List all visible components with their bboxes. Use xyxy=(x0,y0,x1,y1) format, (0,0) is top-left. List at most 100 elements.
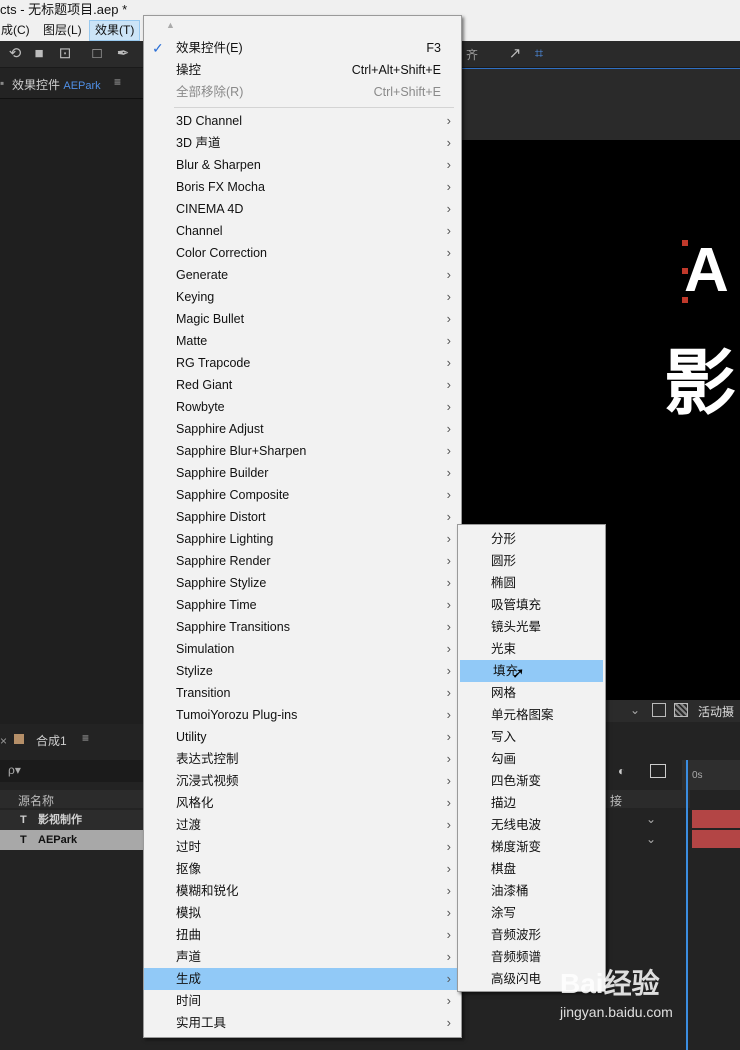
close-icon[interactable]: × xyxy=(0,734,7,748)
timeline-layer-row-selected[interactable]: T AEPark xyxy=(0,830,145,850)
snap-icon[interactable]: ↗ xyxy=(506,45,524,63)
column-source-name[interactable]: 源名称 xyxy=(18,792,54,809)
generate-effect-item[interactable]: 椭圆 xyxy=(458,572,605,594)
generate-effect-item[interactable]: 单元格图案 xyxy=(458,704,605,726)
region-of-interest-icon[interactable] xyxy=(652,703,666,717)
generate-effect-item[interactable]: 棋盘 xyxy=(458,858,605,880)
menu-item-label: 油漆桶 xyxy=(491,884,529,898)
generate-effect-item[interactable]: 勾画 xyxy=(458,748,605,770)
timeline-layer-row[interactable]: T 影视制作 xyxy=(0,810,145,830)
effect-category-item[interactable]: 扭曲 › xyxy=(144,924,461,946)
dropdown-chevron-icon[interactable]: ⌄ xyxy=(630,703,640,717)
chevron-right-icon: › xyxy=(446,795,451,810)
timeline-search-field[interactable]: ρ▾ xyxy=(0,760,145,782)
chevron-down-icon[interactable]: ⌄ xyxy=(646,812,656,826)
generate-effect-item[interactable]: 无线电波 xyxy=(458,814,605,836)
effect-category-item[interactable]: Utility › xyxy=(144,726,461,748)
generate-effect-item[interactable]: 镜头光晕 xyxy=(458,616,605,638)
effect-category-item[interactable]: Red Giant › xyxy=(144,374,461,396)
effect-category-item[interactable]: 模拟 › xyxy=(144,902,461,924)
effect-category-item[interactable]: Sapphire Transitions › xyxy=(144,616,461,638)
pan-behind-tool-icon[interactable]: ⊡ xyxy=(56,45,74,63)
effect-category-item[interactable]: Stylize › xyxy=(144,660,461,682)
effect-category-item[interactable]: 过时 › xyxy=(144,836,461,858)
effect-category-item[interactable]: 沉浸式视频 › xyxy=(144,770,461,792)
effect-category-item[interactable]: 表达式控制 › xyxy=(144,748,461,770)
effect-category-item[interactable]: Magic Bullet › xyxy=(144,308,461,330)
generate-effect-item[interactable]: 描边 xyxy=(458,792,605,814)
effect-category-item[interactable]: Sapphire Time › xyxy=(144,594,461,616)
effect-category-item[interactable]: 风格化 › xyxy=(144,792,461,814)
effect-category-item[interactable]: Transition › xyxy=(144,682,461,704)
effect-category-item[interactable]: Sapphire Render › xyxy=(144,550,461,572)
generate-effect-item[interactable]: 网格 xyxy=(458,682,605,704)
generate-effect-item[interactable]: 分形 xyxy=(458,528,605,550)
pen-tool-icon[interactable]: ✒ xyxy=(114,45,132,63)
panel-title[interactable]: 效果控件 AEPark xyxy=(12,76,101,93)
layer-duration-bar[interactable] xyxy=(692,830,740,848)
effect-category-item[interactable]: Sapphire Blur+Sharpen › xyxy=(144,440,461,462)
effect-category-item[interactable]: CINEMA 4D › xyxy=(144,198,461,220)
effect-category-item[interactable]: Channel › xyxy=(144,220,461,242)
effect-menu-item[interactable]: ✓ 效果控件(E) F3 xyxy=(144,37,461,59)
menu-scroll-up-icon[interactable]: ▲ xyxy=(166,20,175,30)
effect-category-item[interactable]: 生成 › xyxy=(144,968,461,990)
effect-menu: ▲ ✓ 效果控件(E) F3 操控 Ctrl+Alt+Shift+E 全部移除(R) Ctr… xyxy=(143,15,462,1038)
effect-category-item[interactable]: 抠像 › xyxy=(144,858,461,880)
chevron-down-icon[interactable]: ⌄ xyxy=(646,832,656,846)
effect-category-item[interactable]: 模糊和锐化 › xyxy=(144,880,461,902)
effect-category-item[interactable]: Keying › xyxy=(144,286,461,308)
effect-category-item[interactable]: Sapphire Composite › xyxy=(144,484,461,506)
layer-duration-bar[interactable] xyxy=(692,810,740,828)
generate-effect-item[interactable]: 填充 ➚ xyxy=(460,660,603,682)
effect-category-item[interactable]: Sapphire Adjust › xyxy=(144,418,461,440)
timeline-menu-icon[interactable]: ≡ xyxy=(82,731,89,745)
effect-menu-item[interactable]: 操控 Ctrl+Alt+Shift+E xyxy=(144,59,461,81)
effect-category-item[interactable]: Color Correction › xyxy=(144,242,461,264)
effect-category-item[interactable]: Sapphire Stylize › xyxy=(144,572,461,594)
effect-category-item[interactable]: 3D Channel › xyxy=(144,110,461,132)
effect-category-item[interactable]: 3D 声道 › xyxy=(144,132,461,154)
menu-composition[interactable]: 成(C) xyxy=(0,20,35,41)
panel-lock-icon[interactable]: ▪ xyxy=(0,76,4,90)
generate-effect-item[interactable]: 四色渐变 xyxy=(458,770,605,792)
effect-category-item[interactable]: 过渡 › xyxy=(144,814,461,836)
generate-effect-item[interactable]: 光束 xyxy=(458,638,605,660)
effect-category-item[interactable]: Sapphire Lighting › xyxy=(144,528,461,550)
active-camera-dropdown[interactable]: 活动摄 xyxy=(698,703,734,720)
menu-layer[interactable]: 图层(L) xyxy=(38,20,87,41)
effect-category-item[interactable]: Blur & Sharpen › xyxy=(144,154,461,176)
motion-blur-icon[interactable]: ◐ xyxy=(618,764,625,778)
snap-options-icon[interactable]: ⌗ xyxy=(530,45,548,63)
rotate-tool-icon[interactable]: ⟲ xyxy=(6,45,24,63)
effect-category-item[interactable]: 声道 › xyxy=(144,946,461,968)
generate-effect-item[interactable]: 涂写 xyxy=(458,902,605,924)
generate-effect-item[interactable]: 圆形 xyxy=(458,550,605,572)
effect-category-item[interactable]: 实用工具 › xyxy=(144,1012,461,1034)
align-label: 齐 xyxy=(466,48,479,62)
rectangle-tool-icon[interactable]: □ xyxy=(88,45,106,63)
generate-effect-item[interactable]: 写入 xyxy=(458,726,605,748)
effect-category-item[interactable]: Generate › xyxy=(144,264,461,286)
generate-effect-item[interactable]: 吸管填充 xyxy=(458,594,605,616)
generate-effect-item[interactable]: 油漆桶 xyxy=(458,880,605,902)
menu-effect[interactable]: 效果(T) xyxy=(89,20,141,41)
menu-item-label: 表达式控制 xyxy=(176,752,239,766)
effect-category-item[interactable]: Rowbyte › xyxy=(144,396,461,418)
camera-tool-icon[interactable]: ■ xyxy=(30,45,48,63)
tab-composition[interactable]: 合成1 xyxy=(36,732,67,749)
effect-category-item[interactable]: Sapphire Builder › xyxy=(144,462,461,484)
generate-effect-item[interactable]: 音频波形 xyxy=(458,924,605,946)
effect-category-item[interactable]: Sapphire Distort › xyxy=(144,506,461,528)
effect-category-item[interactable]: Simulation › xyxy=(144,638,461,660)
effect-category-item[interactable]: Matte › xyxy=(144,330,461,352)
generate-effect-item[interactable]: 梯度渐变 xyxy=(458,836,605,858)
effect-category-item[interactable]: 时间 › xyxy=(144,990,461,1012)
panel-menu-icon[interactable]: ≡ xyxy=(114,75,121,89)
transparency-grid-icon[interactable] xyxy=(674,703,688,717)
effect-category-item[interactable]: TumoiYorozu Plug-ins › xyxy=(144,704,461,726)
graph-editor-icon[interactable] xyxy=(650,764,666,778)
effect-category-item[interactable]: RG Trapcode › xyxy=(144,352,461,374)
effect-category-item[interactable]: Boris FX Mocha › xyxy=(144,176,461,198)
current-time-indicator[interactable] xyxy=(686,760,696,1050)
